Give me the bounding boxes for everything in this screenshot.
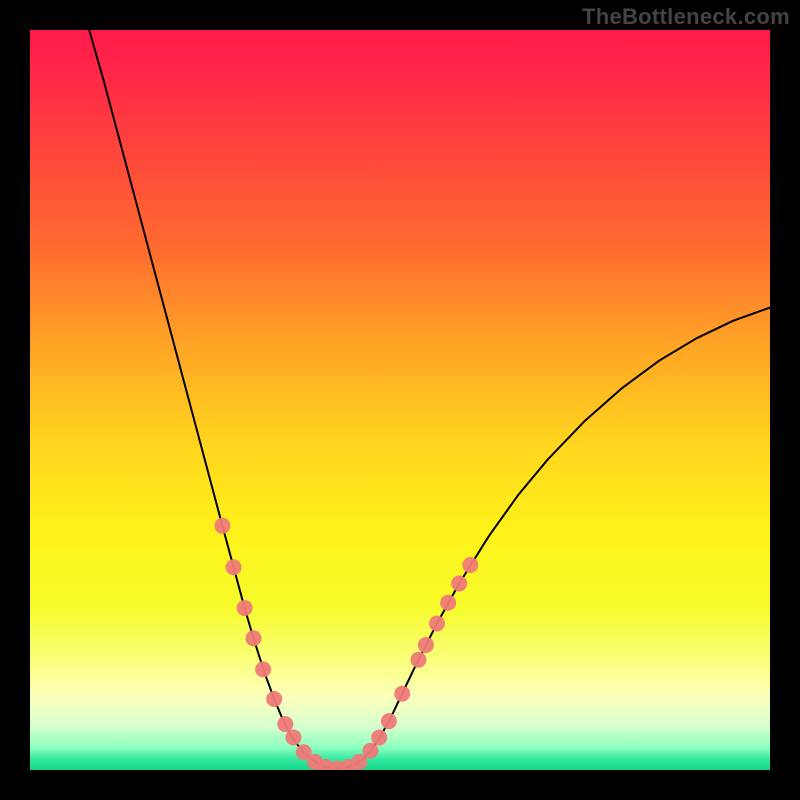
bottleneck-chart-svg <box>30 30 770 770</box>
curve-marker <box>226 559 242 575</box>
chart-frame: TheBottleneck.com <box>0 0 800 800</box>
curve-marker <box>214 518 230 534</box>
gradient-background <box>30 30 770 770</box>
plot-area <box>30 30 770 770</box>
curve-marker <box>237 600 253 616</box>
curve-marker <box>371 729 387 745</box>
curve-marker <box>381 713 397 729</box>
curve-marker <box>255 661 271 677</box>
curve-marker <box>362 743 378 759</box>
watermark-text: TheBottleneck.com <box>582 4 790 30</box>
curve-marker <box>394 686 410 702</box>
curve-marker <box>429 615 445 631</box>
curve-marker <box>451 576 467 592</box>
curve-marker <box>418 637 434 653</box>
curve-marker <box>277 716 293 732</box>
curve-marker <box>245 630 261 646</box>
curve-marker <box>462 557 478 573</box>
curve-marker <box>266 691 282 707</box>
curve-marker <box>285 729 301 745</box>
curve-marker <box>440 595 456 611</box>
curve-marker <box>411 652 427 668</box>
